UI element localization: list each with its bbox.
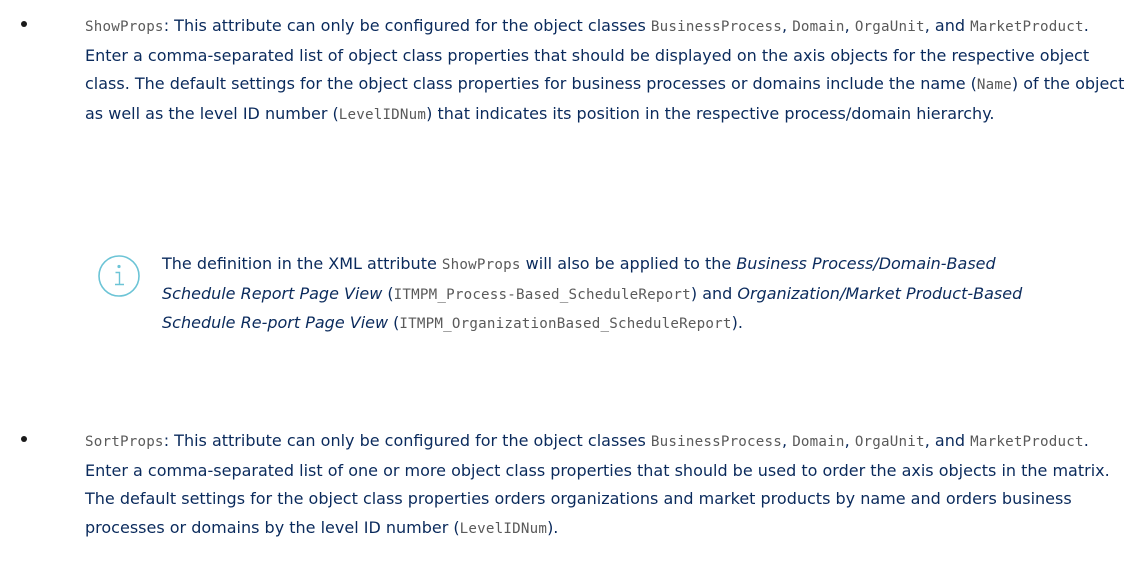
showprops-paragraph: ShowProps: This attribute can only be co… <box>85 16 1125 123</box>
info-icon <box>98 255 140 297</box>
code-sortprops: SortProps <box>85 434 164 450</box>
note-text: The definition in the XML attribute Show… <box>162 254 1023 333</box>
sortprops-paragraph: SortProps: This attribute can only be co… <box>85 431 1110 537</box>
bullet-dot <box>21 21 27 27</box>
bullet-dot <box>21 436 27 442</box>
code-showprops: ShowProps <box>85 19 164 35</box>
